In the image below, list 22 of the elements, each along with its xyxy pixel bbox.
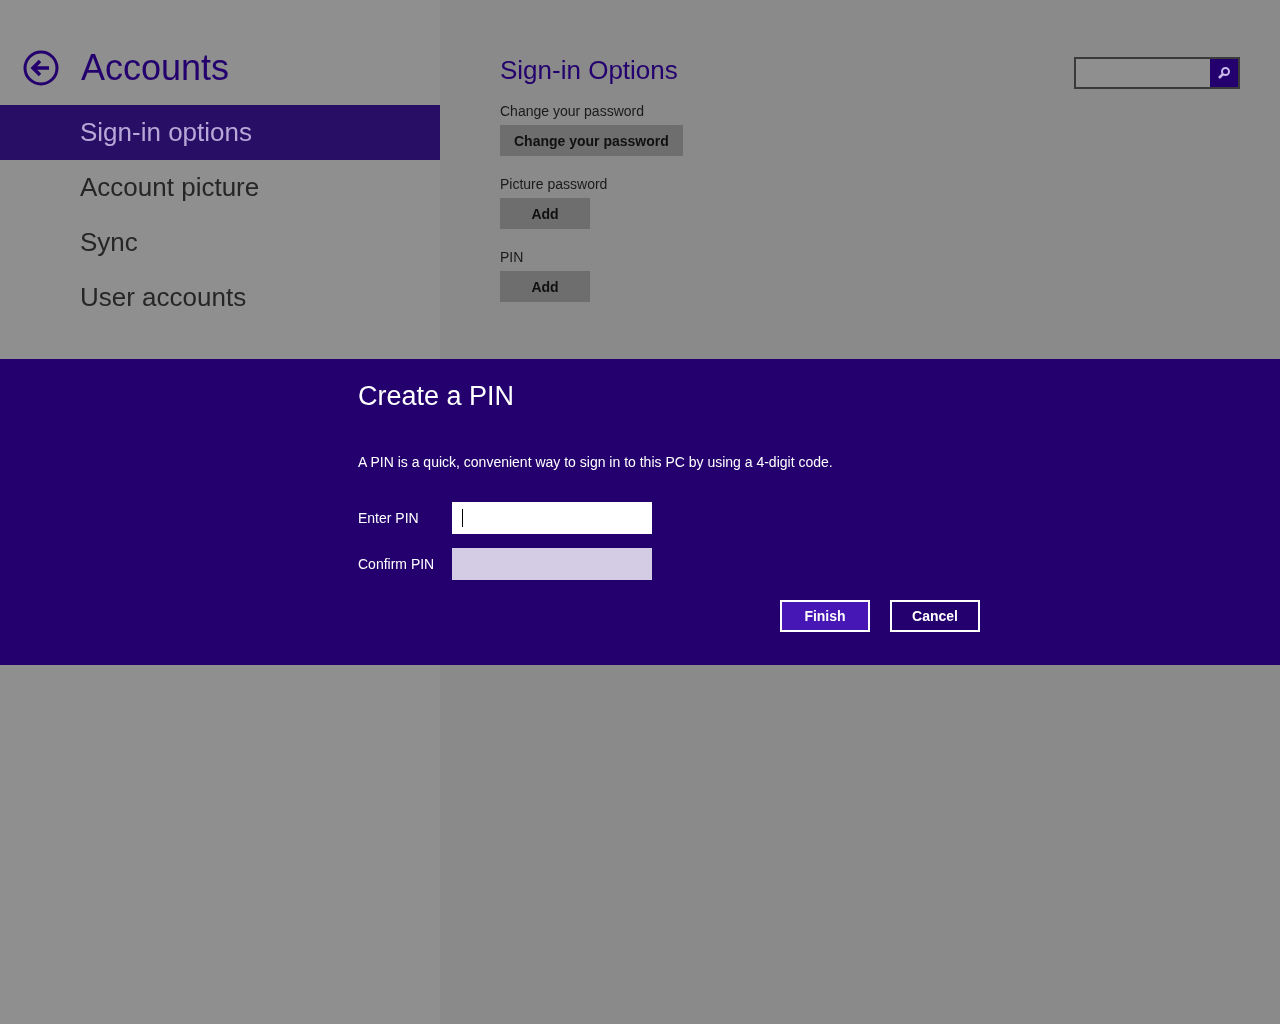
- field-label: Confirm PIN: [358, 556, 436, 572]
- setting-label: Change your password: [500, 103, 645, 119]
- field-label: Enter PIN: [358, 510, 420, 526]
- setting-label: Picture password: [500, 176, 609, 192]
- pin-field[interactable]: [452, 502, 652, 534]
- page-title: Accounts: [81, 47, 230, 89]
- setting-button[interactable]: Add: [500, 271, 590, 302]
- search-icon[interactable]: [1210, 59, 1238, 87]
- setting-button[interactable]: Change your password: [500, 125, 683, 156]
- sidebar-item[interactable]: Account picture: [0, 160, 440, 215]
- setting-button[interactable]: Add: [500, 198, 590, 229]
- setting-label: PIN: [500, 249, 525, 265]
- text-cursor: [462, 509, 463, 527]
- dialog-description: A PIN is a quick, convenient way to sign in to this PC by using a 4-digit code.: [358, 454, 834, 470]
- dialog-title: Create a PIN: [358, 381, 516, 412]
- sidebar-item[interactable]: Sync: [0, 215, 440, 270]
- sidebar-item[interactable]: User accounts: [0, 270, 440, 325]
- section-title: Sign-in Options: [500, 55, 678, 86]
- finish-button[interactable]: Finish: [780, 600, 870, 632]
- search-field[interactable]: [1074, 57, 1240, 89]
- cancel-button[interactable]: Cancel: [890, 600, 980, 632]
- sidebar-item[interactable]: Sign-in options: [0, 105, 440, 160]
